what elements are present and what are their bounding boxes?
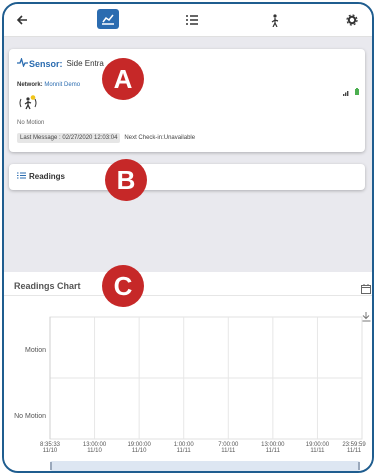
readings-chart-panel: Readings Chart Motion No Motion 8:35:33 1… [4, 272, 372, 471]
readings-tab[interactable]: Readings [9, 164, 365, 190]
network-label: Network: [17, 82, 43, 88]
x-tick-label: 1:00:00 11/11 [173, 442, 194, 454]
list-icon[interactable] [184, 12, 200, 28]
sensor-name: Side Entra [66, 59, 104, 68]
marker-b: B [105, 159, 147, 201]
x-tick-label: 13:00:00 11/10 [82, 442, 107, 454]
chart-scrollbar[interactable] [50, 461, 360, 471]
scrollbar-handle-right[interactable] [358, 462, 360, 470]
readings-header: Readings [17, 172, 65, 181]
last-message-badge: Last Message : 02/27/2020 12:03:04 [17, 133, 121, 143]
status-text: No Motion [17, 120, 45, 126]
chart-title: Readings Chart [14, 281, 81, 291]
motion-status-icon [19, 95, 37, 111]
scrollbar-handle-left[interactable] [50, 462, 52, 470]
signal-icon [343, 83, 349, 96]
x-tick-label: 19:00:00 11/10 [127, 442, 151, 454]
network-link[interactable]: Monnit Demo [44, 82, 80, 88]
next-checkin-text: Next Check-in:Unavailable [124, 135, 196, 141]
back-arrow-icon[interactable] [14, 12, 30, 28]
network-line: Network: Monnit Demo [17, 82, 80, 88]
x-tick-label: 19:00:00 11/11 [305, 442, 330, 454]
battery-icon [355, 82, 359, 95]
top-toolbar [4, 4, 372, 37]
chart-icon[interactable] [97, 9, 119, 29]
motion-sensor-icon[interactable] [267, 12, 283, 28]
y-tick-label: No Motion [14, 413, 46, 421]
message-line: Last Message : 02/27/2020 12:03:04 Next … [17, 133, 195, 143]
gear-icon[interactable] [344, 12, 360, 28]
sensor-card: Sensor: Side Entra Network: Monnit Demo … [9, 49, 365, 152]
calendar-icon[interactable] [361, 281, 371, 294]
sensor-title: Sensor: Side Entra [17, 56, 104, 69]
chart-divider [4, 295, 372, 296]
list-icon [17, 172, 29, 181]
x-tick-label: 23:59:59 11/11 [342, 442, 366, 454]
marker-c: C [102, 265, 144, 307]
marker-a: A [102, 58, 144, 100]
pulse-icon [17, 56, 29, 69]
y-tick-label: Motion [24, 347, 46, 355]
sensor-title-label: Sensor: [29, 58, 63, 69]
readings-chart [49, 316, 363, 440]
x-tick-label: 7:00:00 11/11 [218, 442, 239, 454]
x-tick-label: 13:00:00 11/11 [261, 442, 285, 454]
readings-label: Readings [29, 172, 66, 181]
x-tick-label: 8:35:33 11/10 [39, 442, 61, 454]
app-frame: Sensor: Side Entra Network: Monnit Demo … [2, 2, 374, 473]
